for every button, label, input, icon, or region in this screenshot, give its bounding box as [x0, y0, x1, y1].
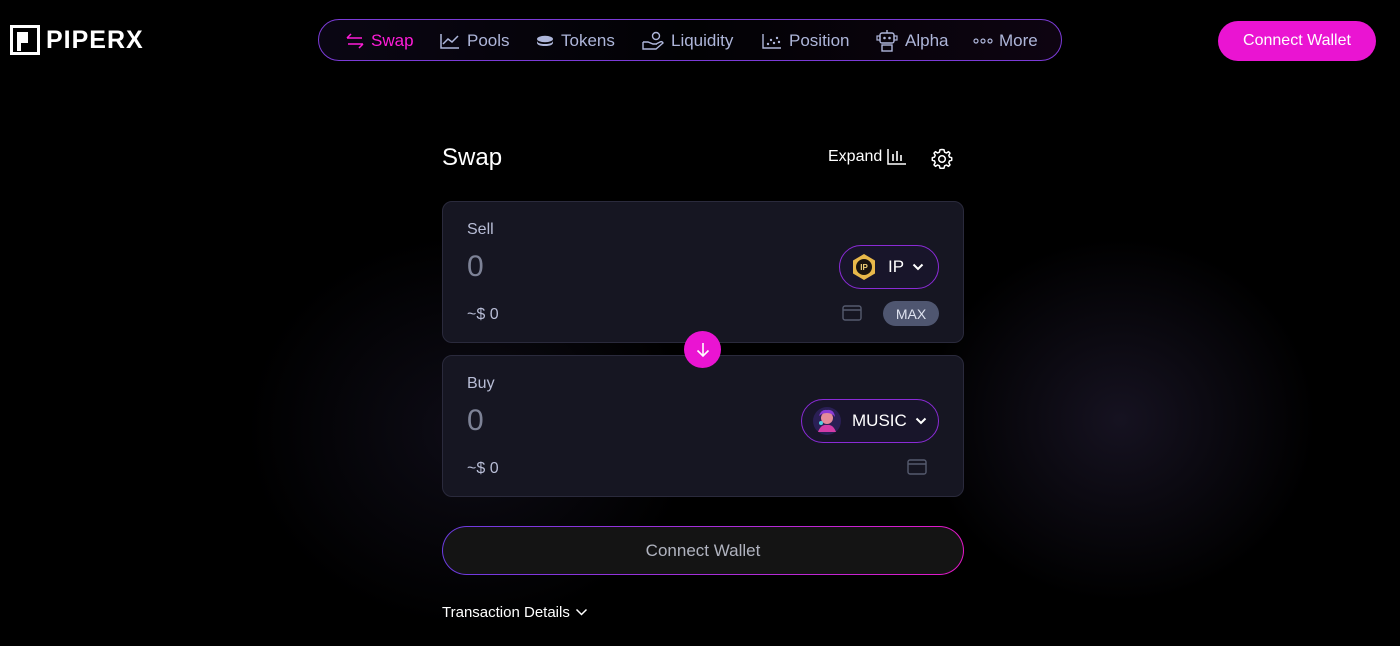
nav-item-pools[interactable]: Pools [439, 20, 510, 62]
nav-item-label: More [999, 31, 1038, 50]
transaction-details-toggle[interactable]: Transaction Details [442, 604, 588, 621]
bar-chart-icon [887, 149, 907, 165]
nav-item-label: Alpha [905, 31, 949, 50]
chart-line-icon [440, 34, 459, 49]
robot-icon [876, 30, 898, 52]
swap-arrows-icon [346, 33, 364, 49]
nav-item-label: Swap [371, 31, 414, 50]
buy-usd-value: ~$ 0 [467, 460, 499, 477]
buy-label: Buy [467, 375, 495, 392]
chevron-down-icon [912, 263, 924, 271]
expand-label: Expand [828, 148, 883, 165]
nav-item-label: Position [789, 31, 850, 50]
connect-wallet-button[interactable]: Connect Wallet [442, 526, 964, 575]
scatter-chart-icon [762, 34, 781, 49]
piperx-logo-icon [10, 25, 40, 55]
nav-item-label: Liquidity [671, 31, 734, 50]
dots-icon [973, 38, 993, 44]
expand-chart-button[interactable]: Expand [828, 148, 907, 166]
music-token-avatar-icon [813, 407, 841, 435]
sell-amount-input[interactable]: 0 [467, 250, 484, 284]
sell-label: Sell [467, 221, 494, 238]
sell-usd-value: ~$ 0 [467, 306, 499, 323]
max-button[interactable]: MAX [883, 301, 939, 326]
buy-token-selector[interactable]: MUSIC [801, 399, 939, 443]
nav-item-more[interactable]: More [973, 20, 1038, 62]
sell-token-name: IP [888, 257, 905, 276]
wallet-icon[interactable] [907, 458, 927, 476]
nav-item-tokens[interactable]: Tokens [535, 20, 615, 62]
nav-item-label: Tokens [561, 31, 615, 50]
main-nav: Swap Pools Tokens Liquidity Position Alp… [318, 19, 1062, 61]
sell-token-selector[interactable]: IP IP [839, 245, 939, 289]
transaction-details-label: Transaction Details [442, 604, 570, 621]
wallet-icon[interactable] [842, 304, 862, 322]
brand-name: PIPERX [46, 25, 144, 54]
nav-item-swap[interactable]: Swap [345, 20, 414, 62]
hand-coins-icon [642, 31, 664, 50]
buy-token-name: MUSIC [852, 411, 907, 430]
settings-gear-icon[interactable] [930, 147, 954, 171]
nav-item-liquidity[interactable]: Liquidity [641, 20, 733, 62]
buy-card: Buy 0 ~$ 0 MUSIC [442, 355, 964, 497]
nav-item-position[interactable]: Position [761, 20, 849, 62]
chevron-down-icon [575, 608, 587, 616]
chevron-down-icon [915, 417, 926, 425]
ip-token-icon: IP [853, 254, 875, 280]
arrow-down-icon [696, 342, 709, 357]
flip-direction-button[interactable] [684, 331, 721, 368]
coin-stack-icon [537, 35, 553, 46]
nav-item-label: Pools [467, 31, 510, 50]
ip-token-badge: IP [860, 263, 868, 272]
sell-card: Sell 0 ~$ 0 IP IP MAX [442, 201, 964, 343]
brand-logo[interactable]: PIPERX [10, 24, 144, 56]
connect-wallet-header-button[interactable]: Connect Wallet [1218, 21, 1376, 61]
nav-item-alpha[interactable]: Alpha [875, 20, 948, 62]
swap-title: Swap [442, 144, 503, 171]
buy-amount-input[interactable]: 0 [467, 404, 484, 438]
